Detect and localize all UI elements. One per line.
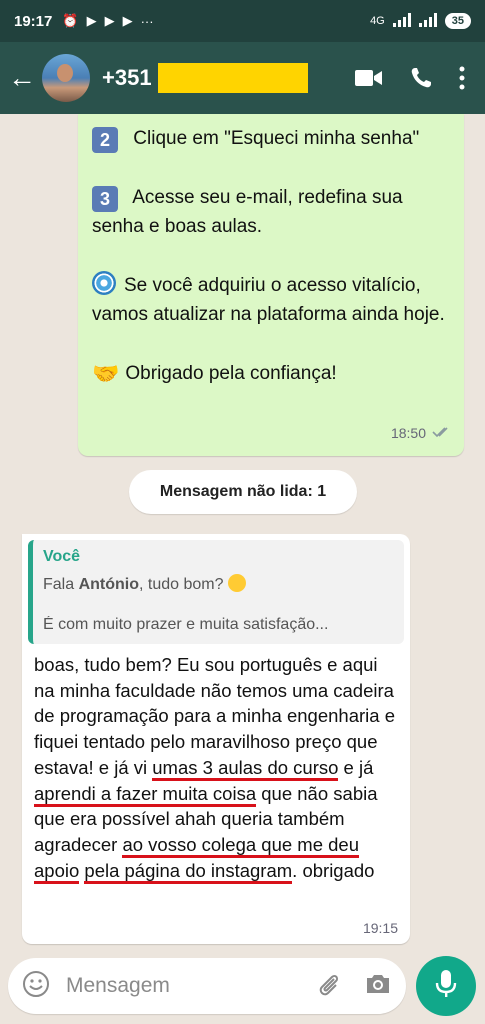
play-icon: ▶ [86,13,97,28]
microphone-icon [435,969,457,1004]
double-check-icon [432,419,452,448]
more-options-icon[interactable] [459,66,465,90]
battery-icon: 35 [444,13,471,29]
chat-header: ← +351 [0,42,485,114]
quoted-message[interactable]: Você Fala António, tudo bom? É com muito… [28,540,404,644]
quote-author: Você [43,548,81,565]
emoji-icon[interactable] [22,970,50,1003]
smiley-emoji-icon [227,574,246,592]
message-composer [8,958,406,1014]
underlined-text: umas 3 aulas do curso [152,756,339,781]
message-time: 18:50 [390,425,426,441]
keycap-3-icon: 3 [92,186,118,212]
keycap-2-icon: 2 [92,127,118,153]
status-bar: 19:17 ⏰ ▶ ▶ ▶ ··· 4G 35 [0,0,485,42]
back-arrow-icon[interactable]: ← [2,62,42,94]
phone-icon[interactable] [409,66,433,90]
network-type: 4G [370,15,385,27]
incoming-message[interactable]: Você Fala António, tudo bom? É com muito… [22,534,410,944]
message-text: boas, tudo bem? Eu sou português e aqui … [28,644,404,884]
underlined-text: pela página do instagram [84,859,293,884]
handshake-emoji-icon: 🤝 [92,361,120,386]
message-text: Se você adquiriu o acesso vitalício, vam… [92,275,445,325]
attach-icon[interactable] [316,971,342,1002]
outgoing-message[interactable]: 2 Clique em "Esqueci minha senha" 3 Aces… [78,114,464,456]
message-input[interactable] [66,974,286,998]
cyclone-emoji-icon [92,271,116,295]
mic-button[interactable] [416,956,476,1016]
status-time: 19:17 [14,12,53,30]
camera-icon[interactable] [364,972,392,1001]
signal-icon [418,12,437,30]
message-text: Acesse seu e-mail, redefina sua senha e … [92,187,403,237]
play-icon: ▶ [122,13,133,28]
message-time: 19:15 [362,920,398,936]
chat-area[interactable]: 2 Clique em "Esqueci minha senha" 3 Aces… [0,114,485,946]
alarm-icon: ⏰ [62,13,79,28]
unread-banner: Mensagem não lida: 1 [129,470,357,514]
quote-preview: É com muito prazer e muita satisfação... [43,616,329,633]
message-text: Clique em "Esqueci minha senha" [133,128,420,149]
contact-name[interactable]: +351 [102,63,308,93]
redacted-number [157,63,308,93]
message-text: Obrigado pela confiança! [125,363,337,384]
video-call-icon[interactable] [355,68,383,88]
signal-icon [392,12,411,30]
avatar[interactable] [42,54,90,102]
play-icon: ▶ [104,13,115,28]
underlined-text: aprendi a fazer muita coisa [34,782,257,807]
more-notifications-icon: ··· [140,13,154,29]
